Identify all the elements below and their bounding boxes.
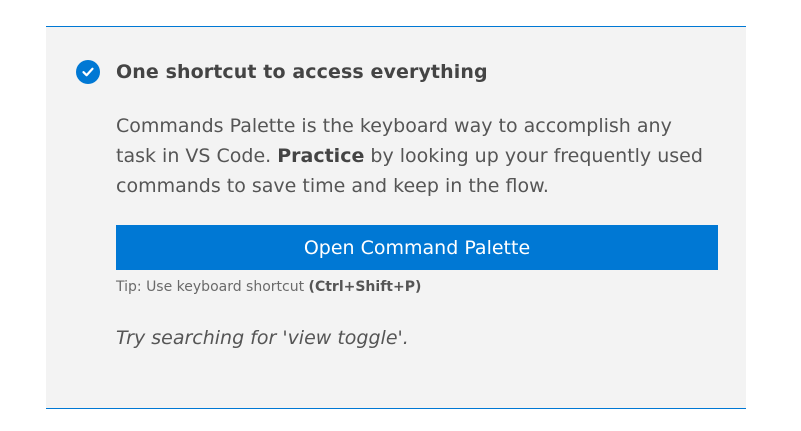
description-emphasis: Practice xyxy=(277,145,365,167)
try-searching-hint: Try searching for 'view toggle'. xyxy=(116,327,409,349)
step-description: Commands Palette is the keyboard way to … xyxy=(116,111,716,201)
walkthrough-step-card: One shortcut to access everything Comman… xyxy=(46,26,746,409)
tip-prefix: Tip: Use keyboard shortcut xyxy=(116,279,309,295)
tip-shortcut: (Ctrl+Shift+P) xyxy=(308,279,422,295)
open-command-palette-button[interactable]: Open Command Palette xyxy=(116,225,718,270)
step-title: One shortcut to access everything xyxy=(116,61,488,83)
keyboard-shortcut-tip: Tip: Use keyboard shortcut (Ctrl+Shift+P… xyxy=(116,279,421,295)
step-header[interactable]: One shortcut to access everything xyxy=(76,60,488,84)
check-circle-icon[interactable] xyxy=(76,60,100,84)
